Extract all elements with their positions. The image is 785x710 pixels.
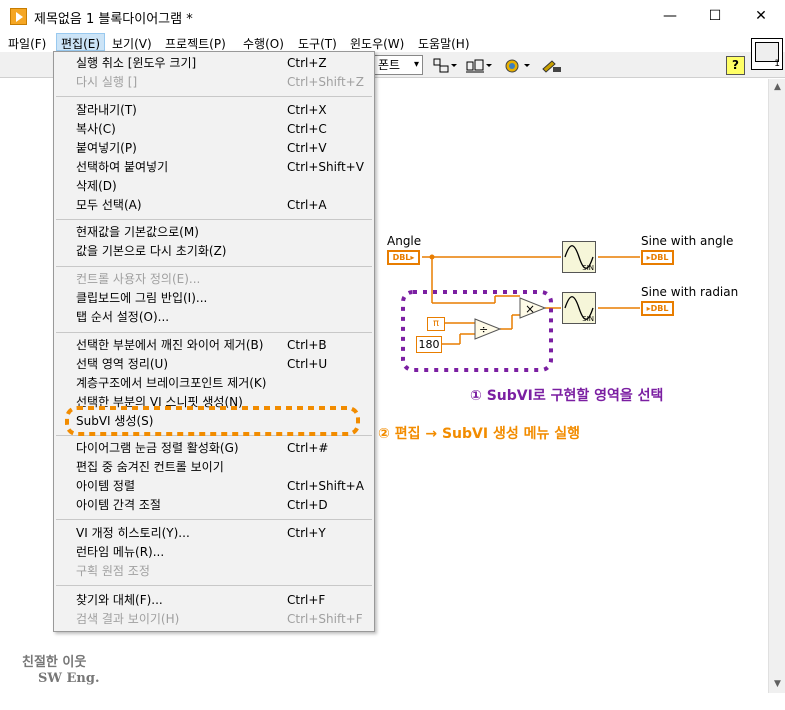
menu-remove-broken-wires[interactable]: 선택한 부분에서 깨진 와이어 제거(B) Ctrl+B (76, 336, 372, 355)
menu-make-current-default[interactable]: 현재값을 기본값으로(M) (76, 223, 372, 242)
wire-junction (429, 254, 435, 260)
vertical-scrollbar[interactable]: ▲ ▼ (768, 79, 785, 693)
watermark: 친절한 이웃 SW Eng. (22, 655, 100, 687)
sine-node-2[interactable]: SIN (562, 292, 596, 324)
step2-annotation: ② 편집 → SubVI 생성 메뉴 실행 (378, 426, 580, 442)
minimize-button[interactable]: — (647, 0, 693, 32)
context-help-button[interactable]: ? (726, 56, 745, 75)
menu-help[interactable]: 도움말(H) (414, 34, 474, 52)
title-bar: 제목없음 1 블록다이어그램 * — ☐ ✕ (0, 0, 785, 32)
sine-radian-dbl-text: DBL (650, 304, 669, 313)
angle-label: Angle (387, 234, 422, 248)
sin-text-1: SIN (582, 264, 594, 272)
menu-remove-breakpoints[interactable]: 계층구조에서 브레이크포인트 제거(K) (76, 374, 372, 393)
menu-reset-origin[interactable]: 구획 원점 조정 (76, 562, 372, 581)
multiply-symbol: × (525, 302, 535, 316)
sine-angle-dbl-text: DBL (650, 253, 669, 262)
vi-icon[interactable]: 1 (751, 38, 783, 70)
vi-icon-number: 1 (774, 59, 780, 69)
menu-operate[interactable]: 수행(O) (239, 34, 288, 52)
menu-cut[interactable]: 잘라내기(T) Ctrl+X (76, 101, 372, 120)
constant-180[interactable]: 180 (416, 336, 442, 353)
menu-copy[interactable]: 복사(C) Ctrl+C (76, 120, 372, 139)
menu-edit[interactable]: 편집(E) (56, 33, 106, 51)
angle-dbl-text: DBL (392, 253, 411, 262)
menu-paste-special[interactable]: 선택하여 붙여넣기 Ctrl+Shift+V (76, 158, 372, 177)
menu-window[interactable]: 윈도우(W) (346, 34, 408, 52)
menu-separator (56, 585, 372, 586)
menu-customize-control[interactable]: 컨트롤 사용자 정의(E)... (76, 270, 372, 289)
menu-show-hidden-controls[interactable]: 편집 중 숨겨진 컨트롤 보이기 (76, 458, 372, 477)
cleanup-diagram-icon[interactable] (540, 57, 564, 75)
menu-import-picture[interactable]: 클립보드에 그림 반입(I)... (76, 289, 372, 308)
menu-undo[interactable]: 실행 취소 [윈도우 크기] Ctrl+Z (76, 54, 372, 73)
menu-bar: 파일(F) 편집(E) 보기(V) 프로젝트(P) 수행(O) 도구(T) 윈도… (0, 32, 785, 52)
menu-tab-order[interactable]: 탭 순서 설정(O)... (76, 308, 372, 327)
menu-runtime-menu[interactable]: 런타임 메뉴(R)... (76, 543, 372, 562)
pi-constant[interactable]: π (427, 317, 445, 331)
align-objects-icon[interactable] (432, 57, 458, 75)
scroll-up-arrow-icon[interactable]: ▲ (769, 79, 785, 96)
step1-annotation: ① SubVI로 구현할 영역을 선택 (470, 388, 664, 404)
sine-node-1[interactable]: SIN (562, 241, 596, 273)
scroll-down-arrow-icon[interactable]: ▼ (769, 676, 785, 693)
menu-separator (56, 219, 372, 220)
watermark-line1: 친절한 이웃 (22, 655, 87, 670)
menu-tools[interactable]: 도구(T) (294, 34, 341, 52)
sin-text-2: SIN (582, 315, 594, 323)
sine-radian-indicator[interactable]: ▸DBL (641, 301, 674, 316)
sine-radian-label: Sine with radian (641, 285, 739, 299)
menu-view[interactable]: 보기(V) (108, 34, 156, 52)
distribute-objects-icon[interactable] (465, 57, 493, 75)
menu-paste[interactable]: 붙여넣기(P) Ctrl+V (76, 139, 372, 158)
edit-menu-dropdown: 실행 취소 [윈도우 크기] Ctrl+Z 다시 실행 [] Ctrl+Shift+… (53, 51, 375, 632)
menu-separator (56, 519, 372, 520)
menu-distribute-items[interactable]: 아이템 간격 조절 Ctrl+D (76, 496, 372, 515)
menu-create-subvi[interactable]: SubVI 생성(S) (76, 412, 372, 431)
close-button[interactable]: ✕ (738, 0, 784, 32)
divide-symbol: ÷ (479, 323, 488, 336)
menu-separator (56, 96, 372, 97)
watermark-line2: SW Eng. (38, 671, 100, 686)
menu-project[interactable]: 프로젝트(P) (161, 34, 230, 52)
menu-find-replace[interactable]: 찾기와 대체(F)... Ctrl+F (76, 591, 372, 610)
labview-app-icon (10, 8, 27, 25)
maximize-button[interactable]: ☐ (692, 0, 738, 32)
menu-file[interactable]: 파일(F) (4, 34, 50, 52)
menu-create-vi-snippet[interactable]: 선택한 부분의 VI 스니핏 생성(N) (76, 393, 372, 412)
menu-delete[interactable]: 삭제(D) (76, 177, 372, 196)
menu-clean-up-selection[interactable]: 선택 영역 정리(U) Ctrl+U (76, 355, 372, 374)
labview-window: 제목없음 1 블록다이어그램 * — ☐ ✕ 파일(F) 편집(E) 보기(V)… (0, 0, 785, 710)
menu-reinit-default[interactable]: 값을 기본으로 다시 초기화(Z) (76, 242, 372, 261)
menu-align-items[interactable]: 아이템 정렬 Ctrl+Shift+A (76, 477, 372, 496)
reorder-icon[interactable] (503, 57, 531, 75)
menu-separator (56, 435, 372, 436)
menu-select-all[interactable]: 모두 선택(A) Ctrl+A (76, 196, 372, 215)
menu-separator (56, 266, 372, 267)
menu-separator (56, 332, 372, 333)
menu-show-search-results[interactable]: 검색 결과 보이기(H) Ctrl+Shift+F (76, 610, 372, 629)
menu-redo[interactable]: 다시 실행 [] Ctrl+Shift+Z (76, 73, 372, 92)
font-dropdown[interactable]: 폰트 (373, 55, 423, 75)
menu-vi-revision-history[interactable]: VI 개정 히스토리(Y)... Ctrl+Y (76, 524, 372, 543)
menu-enable-grid-alignment[interactable]: 다이어그램 눈금 정렬 활성화(G) Ctrl+# (76, 439, 372, 458)
window-title: 제목없음 1 블록다이어그램 * (34, 12, 193, 27)
angle-terminal[interactable]: DBL▸ (387, 250, 420, 265)
sine-angle-indicator[interactable]: ▸DBL (641, 250, 674, 265)
sine-angle-label: Sine with angle (641, 234, 734, 248)
